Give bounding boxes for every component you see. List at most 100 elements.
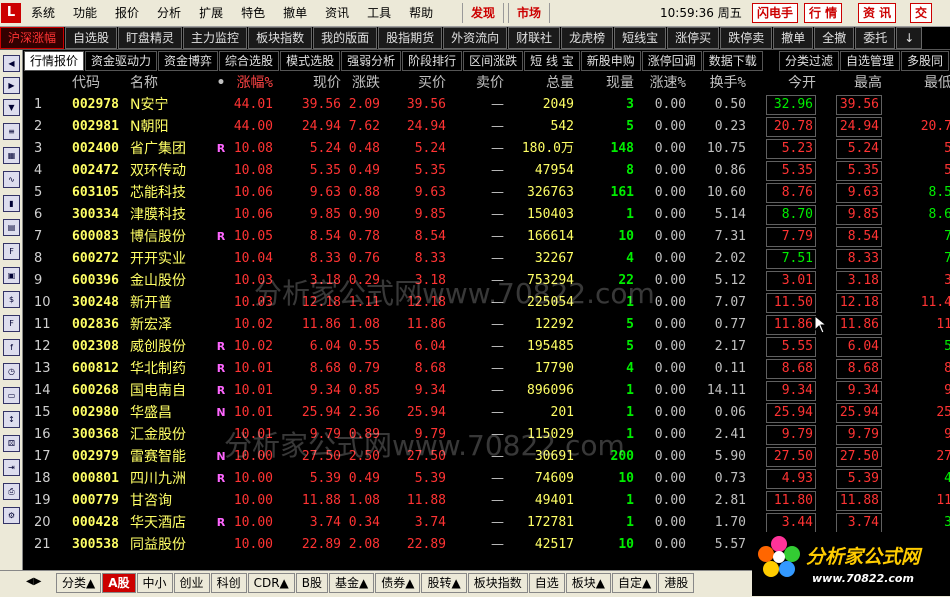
- toolbar-rank-gain[interactable]: 沪深涨幅: [0, 27, 65, 49]
- tab-multi-stock[interactable]: 多股同: [900, 51, 949, 71]
- table-row[interactable]: 8 600272 开开实业 10.04 8.33 0.76 8.33 — 32267 4 0.00 2…: [24, 248, 950, 270]
- header-ask[interactable]: 卖价: [464, 72, 504, 94]
- header-bid[interactable]: 买价: [394, 72, 446, 94]
- news-icon[interactable]: ◷: [3, 363, 20, 380]
- tab-gem[interactable]: 创业: [173, 573, 210, 593]
- trade-button[interactable]: 交: [910, 3, 933, 23]
- header-pct[interactable]: 涨幅%: [227, 72, 273, 94]
- tab-watchlist-manage[interactable]: 自选管理: [839, 51, 900, 71]
- menu-feature[interactable]: 特色: [232, 0, 274, 26]
- f12-icon[interactable]: F: [3, 315, 20, 332]
- toolbar-limit-down-sell[interactable]: 跌停卖: [720, 27, 773, 49]
- table-row[interactable]: 1 002978 N安宁 44.01 39.56 2.09 39.56 — 2049 3 0.00 0…: [24, 94, 950, 116]
- table-row[interactable]: 14 600268 国电南自 R 10.01 9.34 0.85 9.34 — 896096 1 0.…: [24, 380, 950, 402]
- table-row[interactable]: 9 600396 金山股份 10.03 3.18 0.29 3.18 — 753294 22 0.0…: [24, 270, 950, 292]
- header-code[interactable]: 代码: [72, 72, 132, 94]
- header-speed[interactable]: 涨速%: [644, 72, 686, 94]
- export-icon[interactable]: ⇥: [3, 459, 20, 476]
- toolbar-limit-up-buy[interactable]: 涨停买: [667, 27, 720, 49]
- toolbar-foreign-flow[interactable]: 外资流向: [443, 27, 508, 49]
- quote-list-icon[interactable]: ≡: [3, 123, 20, 140]
- table-row[interactable]: 18 000801 四川九洲 R 10.00 5.39 0.49 5.39 — 74609 10 0.…: [24, 468, 950, 490]
- toolbar-my-layout[interactable]: 我的版面: [313, 27, 378, 49]
- tab-hk[interactable]: 港股: [658, 573, 695, 593]
- arrow-right-icon[interactable]: ▶: [3, 77, 20, 94]
- tab-sector-index[interactable]: 板块指数: [467, 573, 528, 593]
- tab-custom[interactable]: 自定▲: [611, 573, 658, 593]
- news-button[interactable]: 资 讯: [858, 3, 897, 23]
- tab-star[interactable]: 科创: [210, 573, 247, 593]
- toolbar-more[interactable]: ↓: [896, 27, 923, 49]
- table-icon[interactable]: ▤: [3, 219, 20, 236]
- line-chart-icon[interactable]: ∿: [3, 171, 20, 188]
- tab-category[interactable]: 分类▲: [56, 573, 102, 593]
- tab-category-filter[interactable]: 分类过滤: [778, 51, 839, 71]
- formula-icon[interactable]: f: [3, 339, 20, 356]
- toolbar-watchlist[interactable]: 自选股: [65, 27, 118, 49]
- tab-bond[interactable]: 债券▲: [375, 573, 421, 593]
- sort-icon[interactable]: ↕: [3, 411, 20, 428]
- table-row[interactable]: 19 000779 甘咨询 10.00 11.88 1.08 11.88—49401 1 0.0…: [24, 490, 950, 512]
- table-row[interactable]: 12 002308 威创股份 R 10.02 6.04 0.55 6.04 — 195485 5 0.…: [24, 336, 950, 358]
- tab-data-download[interactable]: 数据下载: [702, 51, 763, 71]
- grid-icon[interactable]: ▦: [3, 147, 20, 164]
- toolbar-cls[interactable]: 财联社: [508, 27, 561, 49]
- arrow-down-icon[interactable]: ▼: [3, 99, 20, 116]
- flash-trade-button[interactable]: 闪电手: [752, 3, 799, 23]
- menu-analysis[interactable]: 分析: [148, 0, 190, 26]
- header-low[interactable]: 最低: [892, 72, 950, 94]
- table-row[interactable]: 2 002981 N朝阳 44.00 24.94 7.62 24.94 — 542 5 0.00 0.…: [24, 116, 950, 138]
- table-row[interactable]: 17 002979 雷赛智能 N 10.00 27.50 2.50 27.50 — 30691 20…: [24, 446, 950, 468]
- menu-cancel-order[interactable]: 撤单: [274, 0, 316, 26]
- menu-function[interactable]: 功能: [64, 0, 106, 26]
- tab-ipo[interactable]: 新股申购: [580, 51, 641, 71]
- tab-period-rank[interactable]: 阶段排行: [402, 51, 463, 71]
- toolbar-sector-index[interactable]: 板块指数: [248, 27, 313, 49]
- tab-fund[interactable]: 基金▲: [329, 573, 375, 593]
- candle-chart-icon[interactable]: ▮: [3, 195, 20, 212]
- table-row[interactable]: 13 600812 华北制药 R 10.01 8.68 0.79 8.68 — 17790 4 0.0…: [24, 358, 950, 380]
- toolbar-monitor-sprite[interactable]: 盯盘精灵: [118, 27, 183, 49]
- tab-pattern-pick[interactable]: 模式选股: [280, 51, 341, 71]
- print-icon[interactable]: ⎙: [3, 483, 20, 500]
- header-name[interactable]: 名称: [130, 72, 216, 94]
- toolbar-dragon-tiger[interactable]: 龙虎榜: [561, 27, 614, 49]
- toolbar-main-force[interactable]: 主力监控: [183, 27, 248, 49]
- menu-help[interactable]: 帮助: [400, 0, 442, 26]
- header-volume[interactable]: 总量: [514, 72, 574, 94]
- report-icon[interactable]: ▣: [3, 267, 20, 284]
- toolbar-index-futures[interactable]: 股指期货: [378, 27, 443, 49]
- tab-cdr[interactable]: CDR▲: [247, 573, 295, 593]
- tab-neeq[interactable]: 股转▲: [421, 573, 467, 593]
- menu-extend[interactable]: 扩展: [190, 0, 232, 26]
- table-row[interactable]: 3 002400 省广集团 R 10.08 5.24 0.48 5.24 — 180.0万 148 0…: [24, 138, 950, 160]
- tab-sector[interactable]: 板块▲: [565, 573, 611, 593]
- tab-strength[interactable]: 强弱分析: [341, 51, 402, 71]
- tab-watch[interactable]: 自选: [528, 573, 565, 593]
- table-row[interactable]: 10 300248 新开普 10.03 12.18 1.11 12.18 — 225054 1 0.…: [24, 292, 950, 314]
- folder-icon[interactable]: ▭: [3, 387, 20, 404]
- gear-icon[interactable]: ⚙: [3, 507, 20, 524]
- table-row[interactable]: 11 002836 新宏泽 10.02 11.86 1.08 11.86 — 12292 5 0.0…: [24, 314, 950, 336]
- table-row[interactable]: 6 300334 津膜科技 10.06 9.85 0.90 9.85 — 150403 1 0.00…: [24, 204, 950, 226]
- table-row[interactable]: 16 300368 汇金股份 10.01 9.79 0.89 9.79 — 115029 1 0.0…: [24, 424, 950, 446]
- header-price[interactable]: 现价: [284, 72, 341, 94]
- table-row[interactable]: 5 603105 芯能科技 10.06 9.63 0.88 9.63 — 326763 161 0.…: [24, 182, 950, 204]
- tab-quote[interactable]: 行情报价: [24, 51, 85, 71]
- header-current-volume[interactable]: 现量: [580, 72, 634, 94]
- tab-short-line[interactable]: 短 线 宝: [524, 51, 580, 71]
- dice-icon[interactable]: ⚄: [3, 435, 20, 452]
- tab-a-share[interactable]: A股: [102, 573, 136, 593]
- tab-range-change[interactable]: 区间涨跌: [463, 51, 524, 71]
- tab-b-share[interactable]: B股: [295, 573, 328, 593]
- f10-icon[interactable]: F: [3, 243, 20, 260]
- tab-combined-pick[interactable]: 综合选股: [219, 51, 280, 71]
- toolbar-cancel-all[interactable]: 全撤: [814, 27, 855, 49]
- menu-quote[interactable]: 报价: [106, 0, 148, 26]
- toolbar-cancel[interactable]: 撤单: [773, 27, 814, 49]
- toolbar-short-line[interactable]: 短线宝: [614, 27, 667, 49]
- market-button[interactable]: 市场: [508, 3, 551, 23]
- tab-sme[interactable]: 中小: [136, 573, 173, 593]
- table-row[interactable]: 7 600083 博信股份 R 10.05 8.54 0.78 8.54 — 166614 10 0.…: [24, 226, 950, 248]
- tab-limit-up-pullback[interactable]: 涨停回调: [641, 51, 702, 71]
